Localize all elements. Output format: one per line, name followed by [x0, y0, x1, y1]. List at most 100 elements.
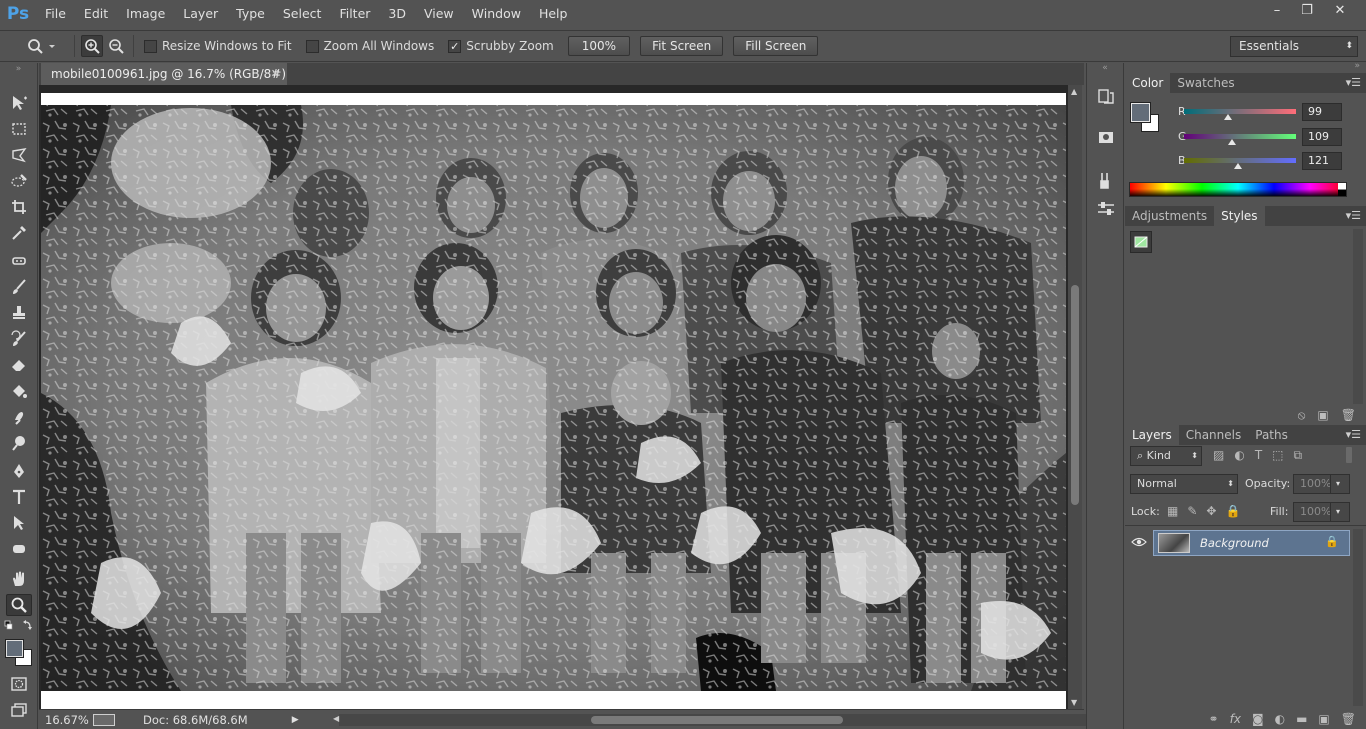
eraser-tool-icon[interactable]	[6, 354, 32, 376]
new-style-icon[interactable]: ▣	[1317, 408, 1328, 422]
blend-mode-select[interactable]: Normal ⬍	[1130, 474, 1238, 494]
zoom-out-icon[interactable]	[105, 35, 127, 57]
tab-adjustments[interactable]: Adjustments	[1125, 206, 1214, 226]
green-slider-knob[interactable]	[1228, 139, 1236, 145]
lasso-tool-icon[interactable]	[6, 144, 32, 166]
clone-stamp-tool-icon[interactable]	[6, 302, 32, 324]
status-menu-arrow-icon[interactable]: ▶	[292, 715, 299, 725]
type-tool-icon[interactable]	[6, 486, 32, 508]
spot-healing-tool-icon[interactable]	[6, 250, 32, 272]
menu-edit[interactable]: Edit	[75, 0, 117, 28]
zoom-100-button[interactable]: 100%	[567, 36, 631, 56]
zoom-tool-icon[interactable]	[6, 594, 32, 616]
style-preset-swatch[interactable]	[1130, 231, 1152, 253]
filter-adjustment-icon[interactable]: ◐	[1234, 448, 1244, 466]
workspace-select[interactable]: Essentials ⬍	[1230, 36, 1358, 57]
opacity-dropdown-icon[interactable]: ▾	[1330, 474, 1350, 494]
restore-button[interactable]: ❐	[1292, 0, 1322, 20]
history-brush-tool-icon[interactable]	[6, 328, 32, 350]
canvas-area[interactable]	[39, 85, 1068, 709]
scroll-left-icon[interactable]: ◀	[333, 714, 339, 723]
delete-style-icon[interactable]: 🗑	[1341, 408, 1356, 422]
move-tool-icon[interactable]	[6, 92, 32, 114]
menu-help[interactable]: Help	[530, 0, 577, 28]
layer-row[interactable]: Background 🔒	[1153, 530, 1350, 556]
collapse-grip-icon[interactable]: «	[1087, 63, 1123, 77]
lock-image-icon[interactable]: ✎	[1187, 504, 1197, 518]
foreground-color-swatch[interactable]	[5, 639, 24, 658]
properties-panel-icon[interactable]	[1096, 127, 1116, 147]
clear-style-icon[interactable]: ⦸	[1298, 408, 1306, 423]
add-mask-icon[interactable]: ◙	[1252, 712, 1264, 726]
paint-bucket-tool-icon[interactable]	[6, 380, 32, 402]
quick-mask-icon[interactable]	[6, 673, 32, 695]
document-tab[interactable]: mobile0100961.jpg @ 16.7% (RGB/8#) ✕	[41, 63, 287, 85]
new-adjustment-layer-icon[interactable]: ◐	[1275, 712, 1285, 726]
menu-image[interactable]: Image	[117, 0, 174, 28]
horizontal-scrollbar[interactable]: ◀ ▶	[333, 714, 1103, 726]
menu-view[interactable]: View	[415, 0, 463, 28]
blur-tool-icon[interactable]	[6, 406, 32, 428]
red-value-field[interactable]: 99	[1302, 103, 1342, 121]
filter-pixel-icon[interactable]: ▨	[1213, 448, 1224, 466]
history-panel-icon[interactable]	[1096, 87, 1116, 107]
panel-menu-icon[interactable]: ▾☰	[1346, 73, 1361, 93]
zoom-all-checkbox[interactable]	[305, 39, 319, 53]
filter-type-icon[interactable]: T	[1255, 448, 1262, 466]
marquee-tool-icon[interactable]	[6, 118, 32, 140]
blue-value-field[interactable]: 121	[1302, 152, 1342, 170]
tab-paths[interactable]: Paths	[1248, 425, 1295, 445]
panel-menu-icon[interactable]: ▾☰	[1346, 425, 1361, 445]
tab-layers[interactable]: Layers	[1125, 425, 1179, 445]
lock-all-icon[interactable]: 🔒	[1225, 504, 1240, 518]
color-spectrum-ramp[interactable]	[1129, 182, 1347, 197]
link-layers-icon[interactable]: ⚭	[1209, 712, 1219, 726]
tab-styles[interactable]: Styles	[1214, 206, 1265, 226]
filter-smart-object-icon[interactable]: ⧉	[1294, 448, 1303, 466]
scroll-up-icon[interactable]: ▲	[1071, 87, 1077, 96]
path-selection-tool-icon[interactable]	[6, 512, 32, 534]
crop-tool-icon[interactable]	[6, 196, 32, 218]
scroll-down-icon[interactable]: ▼	[1071, 698, 1077, 707]
styles-panel-scrollbar[interactable]	[1353, 229, 1363, 404]
tool-presets-icon[interactable]	[1096, 171, 1116, 191]
zoom-level-field[interactable]: 16.67%	[45, 713, 89, 727]
tab-channels[interactable]: Channels	[1179, 425, 1249, 445]
eyedropper-tool-icon[interactable]	[6, 222, 32, 244]
tab-swatches[interactable]: Swatches	[1170, 73, 1241, 93]
shape-tool-icon[interactable]	[6, 538, 32, 560]
layer-filter-kind[interactable]: ⌕ Kind ⬍	[1130, 446, 1202, 466]
filter-shape-icon[interactable]: ⬚	[1272, 448, 1283, 466]
dodge-tool-icon[interactable]	[6, 432, 32, 454]
screen-mode-icon[interactable]	[6, 699, 32, 721]
vertical-scroll-thumb[interactable]	[1071, 285, 1079, 505]
zoom-tool-preset-icon[interactable]	[18, 34, 68, 58]
fill-dropdown-icon[interactable]: ▾	[1330, 502, 1350, 522]
close-document-icon[interactable]: ✕	[271, 63, 280, 85]
panel-collapse-grip-icon[interactable]: »	[1125, 61, 1366, 73]
layer-name[interactable]: Background	[1200, 536, 1269, 550]
resize-windows-checkbox[interactable]	[144, 39, 157, 53]
vertical-scrollbar[interactable]: ▲ ▼	[1068, 85, 1082, 709]
menu-layer[interactable]: Layer	[174, 0, 227, 28]
brush-tool-icon[interactable]	[6, 276, 32, 298]
fit-screen-button[interactable]: Fit Screen	[640, 36, 724, 56]
menu-type[interactable]: Type	[227, 0, 274, 28]
menu-select[interactable]: Select	[274, 0, 331, 28]
menu-3d[interactable]: 3D	[379, 0, 415, 28]
lock-position-icon[interactable]: ✥	[1206, 504, 1216, 518]
horizontal-scroll-thumb[interactable]	[591, 716, 843, 724]
scrubby-zoom-option[interactable]: ✓ Scrubby Zoom	[448, 39, 554, 53]
layer-style-fx-icon[interactable]: fx	[1230, 712, 1241, 726]
pen-tool-icon[interactable]	[6, 460, 32, 482]
green-slider-track[interactable]	[1184, 134, 1296, 139]
red-slider-track[interactable]	[1184, 109, 1296, 114]
minimize-button[interactable]: –	[1262, 0, 1292, 20]
lock-transparent-icon[interactable]: ▦	[1167, 504, 1178, 518]
quick-selection-tool-icon[interactable]	[6, 170, 32, 192]
new-group-icon[interactable]: ▬	[1296, 712, 1307, 726]
adjustments-strip-icon[interactable]	[1096, 199, 1116, 219]
default-colors-icon[interactable]	[4, 620, 34, 632]
red-slider-knob[interactable]	[1224, 114, 1232, 120]
panel-menu-icon[interactable]: ▾☰	[1346, 206, 1361, 226]
